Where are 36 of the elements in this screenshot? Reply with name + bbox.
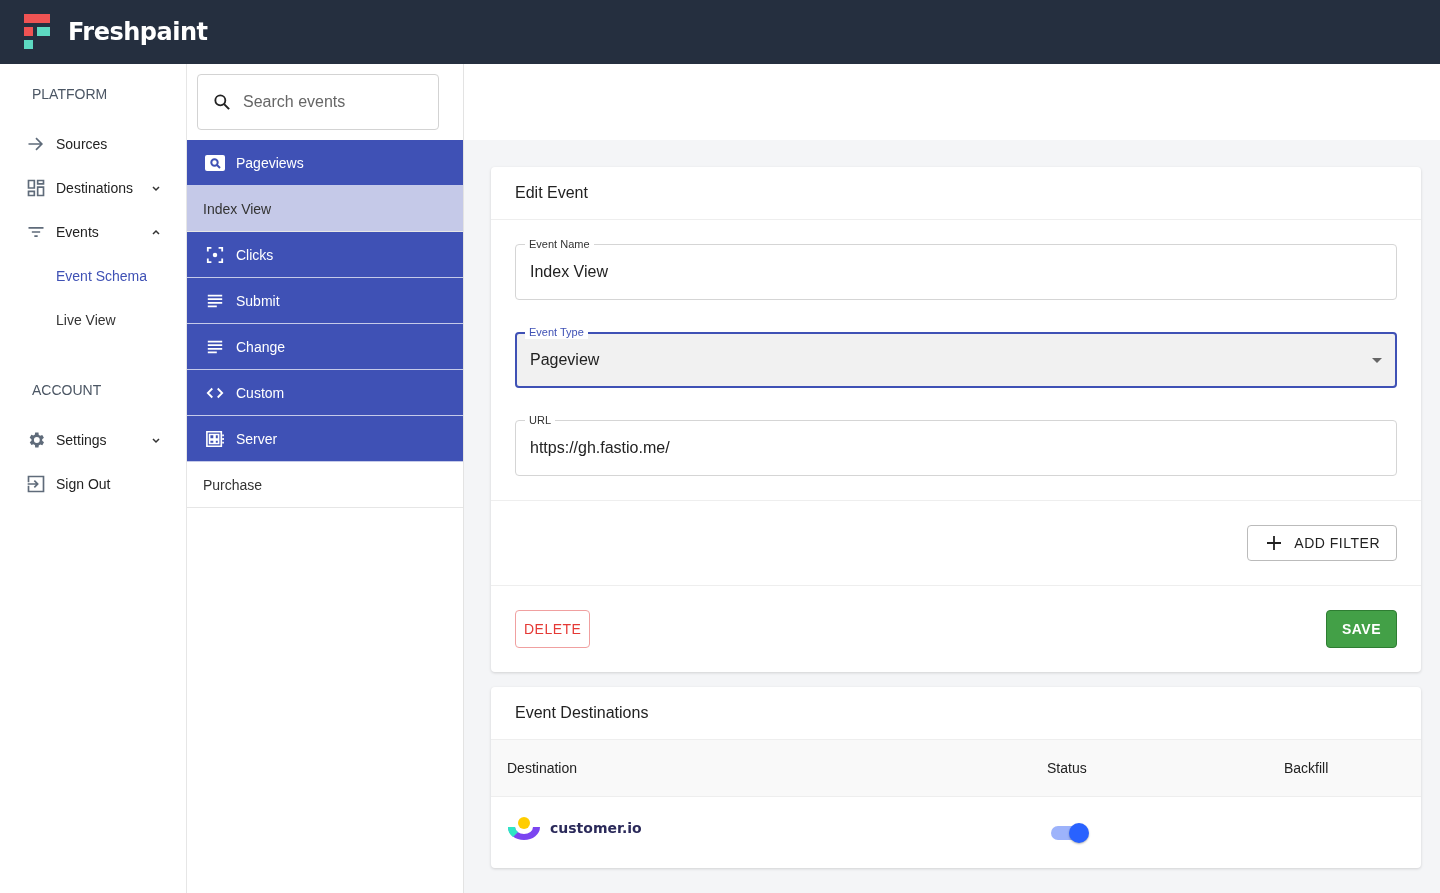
delete-button[interactable]: DELETE — [515, 610, 591, 648]
section-heading: PLATFORM — [31, 86, 109, 102]
event-category[interactable]: Pageviews — [187, 140, 463, 186]
column-header: Backfill — [1283, 760, 1330, 776]
card-title: Edit Event — [491, 167, 1421, 220]
nav-item[interactable]: Sign Out — [0, 462, 186, 506]
event-category[interactable]: Submit — [187, 278, 463, 324]
search-icon — [212, 92, 232, 112]
search-field[interactable]: Search events — [197, 74, 439, 130]
column-header: Status — [1046, 760, 1088, 776]
event-item[interactable]: Index View — [187, 186, 463, 232]
event-category[interactable]: Change — [187, 324, 463, 370]
add-filter-button[interactable]: ADD FILTER — [1247, 525, 1397, 561]
destination-name: customer.io — [550, 819, 642, 836]
nav-subitem[interactable]: Event Schema — [0, 254, 156, 298]
nav-item[interactable]: Destinations — [0, 166, 186, 210]
nav-item[interactable]: Events — [0, 210, 186, 254]
nav-item[interactable]: Settings — [0, 418, 186, 462]
grid-icon — [26, 178, 46, 198]
event-category[interactable]: Clicks — [187, 232, 463, 278]
search-icon — [205, 153, 225, 172]
nav-subitem[interactable]: Live View — [0, 298, 124, 342]
sign-out-icon — [26, 474, 46, 494]
focus-icon — [205, 245, 225, 264]
status-toggle[interactable] — [1051, 825, 1087, 840]
logo-icon — [24, 14, 52, 50]
dashboard-icon — [205, 429, 225, 448]
event-category[interactable]: Server — [187, 416, 463, 462]
plus-icon — [1266, 535, 1283, 551]
section-heading: ACCOUNT — [31, 382, 103, 398]
destination-logo-icon — [507, 814, 541, 841]
nav-item[interactable]: Sources — [0, 122, 186, 166]
event-category[interactable]: Custom — [187, 370, 463, 416]
column-header: Destination — [506, 760, 579, 776]
dropdown-icon — [1372, 357, 1382, 363]
brand-name: Freshpaint — [68, 18, 208, 46]
